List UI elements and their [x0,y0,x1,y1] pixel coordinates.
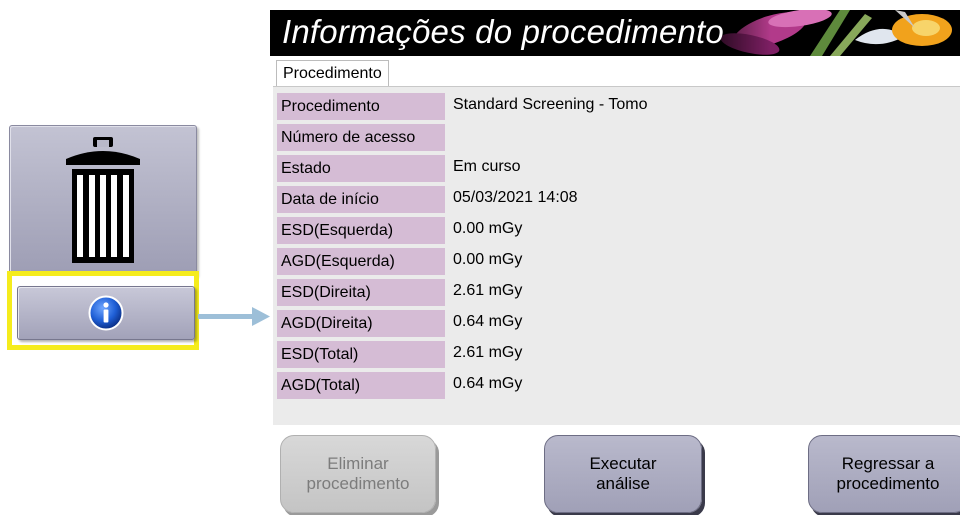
delete-procedure-label: Eliminar procedimento [306,454,410,493]
table-row: Procedimento Standard Screening - Tomo [277,91,957,122]
table-row: Data de início 05/03/2021 14:08 [277,184,957,215]
table-row: ESD(Direita) 2.61 mGy [277,277,957,308]
field-value: Standard Screening - Tomo [453,96,648,113]
field-label: AGD(Direita) [277,310,445,337]
details-table: Procedimento Standard Screening - Tomo N… [277,91,957,401]
table-row: ESD(Total) 2.61 mGy [277,339,957,370]
side-control-panel [7,125,199,355]
screen: Informações do procedimento Procedimento… [0,0,960,515]
field-label: ESD(Direita) [277,279,445,306]
trash-can-icon [66,137,140,263]
run-analysis-label: Executar análise [589,454,657,493]
field-label: AGD(Esquerda) [277,248,445,275]
table-row: AGD(Total) 0.64 mGy [277,370,957,401]
table-row: Número de acesso [277,122,957,153]
return-to-procedure-button[interactable]: Regressar a procedimento [808,435,960,513]
delete-trash-button[interactable] [9,125,197,277]
field-label: Número de acesso [277,124,445,151]
delete-procedure-button[interactable]: Eliminar procedimento [280,435,436,513]
table-row: ESD(Esquerda) 0.00 mGy [277,215,957,246]
flower-banner-image [690,10,960,56]
field-label: Data de início [277,186,445,213]
procedure-info-dialog: Informações do procedimento Procedimento… [270,10,960,515]
pointer-arrow-icon [198,307,270,326]
field-value: 0.64 mGy [453,313,523,330]
field-label: ESD(Esquerda) [277,217,445,244]
field-value: 0.00 mGy [453,220,523,237]
field-label: AGD(Total) [277,372,445,399]
return-to-procedure-label: Regressar a procedimento [836,454,940,493]
dialog-title-bar: Informações do procedimento [270,10,960,56]
field-value: 05/03/2021 14:08 [453,189,578,206]
table-row: AGD(Direita) 0.64 mGy [277,308,957,339]
run-analysis-button[interactable]: Executar análise [544,435,702,513]
field-label: Estado [277,155,445,182]
info-icon [88,295,124,331]
info-button-highlight [7,271,199,350]
procedure-info-button[interactable] [17,286,195,340]
field-value: 0.00 mGy [453,251,523,268]
dialog-title: Informações do procedimento [282,13,724,50]
procedure-details-panel: Procedimento Standard Screening - Tomo N… [273,86,960,425]
tab-procedure[interactable]: Procedimento [276,60,389,87]
field-value: 0.64 mGy [453,375,523,392]
table-row: AGD(Esquerda) 0.00 mGy [277,246,957,277]
field-label: Procedimento [277,93,445,120]
field-label: ESD(Total) [277,341,445,368]
field-value: Em curso [453,158,521,175]
table-row: Estado Em curso [277,153,957,184]
field-value: 2.61 mGy [453,282,523,299]
field-value: 2.61 mGy [453,344,523,361]
